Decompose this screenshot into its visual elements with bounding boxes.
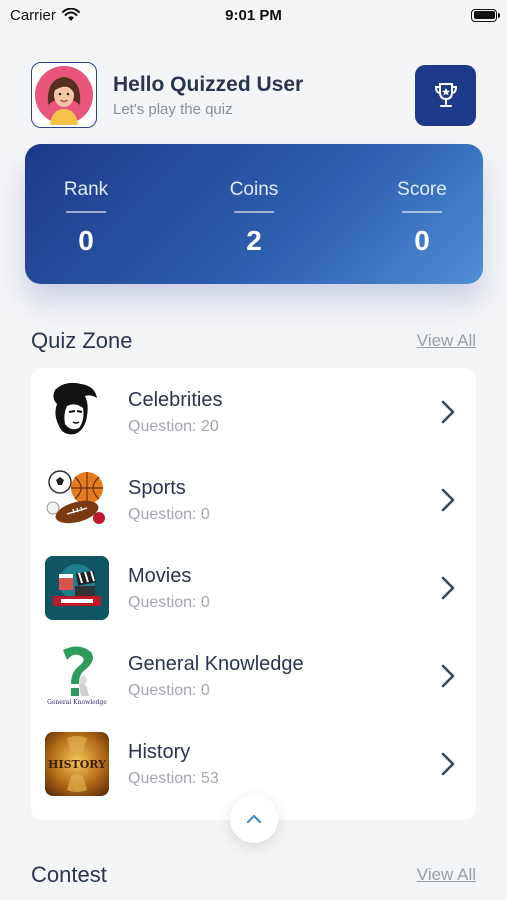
quiz-item-sports[interactable]: Sports Question: 0 — [31, 456, 476, 544]
greeting-subtitle: Let's play the quiz — [113, 100, 233, 118]
quiz-name: Sports — [128, 476, 186, 499]
thumb-caption: General Knowledge — [47, 699, 107, 706]
quiz-zone-list: Celebrities Question: 20 Sports Question… — [31, 368, 476, 820]
stat-divider — [234, 211, 274, 213]
quiz-question-count: Question: 0 — [128, 593, 210, 611]
trophy-icon — [434, 83, 457, 107]
quiz-name: Celebrities — [128, 388, 223, 411]
quiz-zone-header: Quiz Zone View All — [31, 328, 476, 354]
battery-icon — [471, 8, 500, 22]
stat-score: Score 0 — [387, 144, 457, 284]
quiz-question-count: Question: 0 — [128, 505, 210, 523]
history-scroll-icon: HISTORY — [45, 732, 109, 796]
quiz-item-text: General Knowledge Question: 0 — [128, 653, 304, 700]
chevron-right-icon — [441, 400, 455, 424]
stat-value: 2 — [246, 224, 262, 256]
user-avatar-icon — [35, 66, 93, 125]
contest-header: Contest View All — [31, 862, 476, 888]
section-title-quiz-zone: Quiz Zone — [31, 328, 133, 353]
quiz-item-text: Celebrities Question: 20 — [128, 389, 222, 436]
scroll-up-button[interactable] — [230, 795, 278, 843]
celebrity-portrait-icon — [45, 380, 109, 444]
quiz-item-text: History Question: 53 — [128, 741, 219, 788]
section-title-contest: Contest — [31, 862, 107, 887]
quiz-item-text: Movies Question: 0 — [128, 565, 210, 612]
quiz-question-count: Question: 53 — [128, 769, 219, 787]
chevron-right-icon — [441, 488, 455, 512]
quiz-item-movies[interactable]: Movies Question: 0 — [31, 544, 476, 632]
stat-value: 0 — [414, 224, 430, 256]
quiz-zone-view-all-link[interactable]: View All — [417, 331, 476, 351]
quiz-name: Movies — [128, 564, 192, 587]
quiz-item-general-knowledge[interactable]: General Knowledge General Knowledge Ques… — [31, 632, 476, 720]
stat-value: 0 — [78, 224, 94, 256]
sports-balls-icon — [45, 468, 109, 532]
stat-label: Coins — [229, 179, 279, 200]
status-time: 9:01 PM — [225, 6, 282, 24]
chevron-right-icon — [441, 576, 455, 600]
chevron-up-icon — [246, 814, 262, 824]
header: Hello Quizzed User Let's play the quiz — [31, 62, 476, 128]
contest-view-all-link[interactable]: View All — [417, 865, 476, 885]
stat-label: Rank — [63, 179, 109, 200]
leaderboard-button[interactable] — [415, 64, 476, 126]
avatar[interactable] — [31, 62, 97, 128]
general-knowledge-icon: General Knowledge — [45, 644, 109, 708]
quiz-question-count: Question: 0 — [128, 681, 210, 699]
stat-coins: Coins 2 — [219, 144, 289, 284]
quiz-item-celebrities[interactable]: Celebrities Question: 20 — [31, 368, 476, 456]
chevron-right-icon — [441, 752, 455, 776]
stat-divider — [402, 211, 442, 213]
quiz-name: General Knowledge — [128, 652, 304, 675]
header-text: Hello Quizzed User Let's play the quiz — [113, 73, 303, 118]
stats-card: Rank 0 Coins 2 Score 0 — [25, 144, 483, 284]
quiz-name: History — [128, 740, 191, 763]
movie-clapper-icon — [45, 556, 109, 620]
stat-divider — [66, 211, 106, 213]
quiz-item-text: Sports Question: 0 — [128, 477, 210, 524]
stat-label: Score — [397, 179, 447, 200]
stat-rank: Rank 0 — [51, 144, 121, 284]
thumb-caption: HISTORY — [48, 757, 106, 771]
quiz-question-count: Question: 20 — [128, 417, 219, 435]
greeting-title: Hello Quizzed User — [113, 72, 304, 96]
status-bar: Carrier 9:01 PM — [0, 0, 507, 30]
chevron-right-icon — [441, 664, 455, 688]
